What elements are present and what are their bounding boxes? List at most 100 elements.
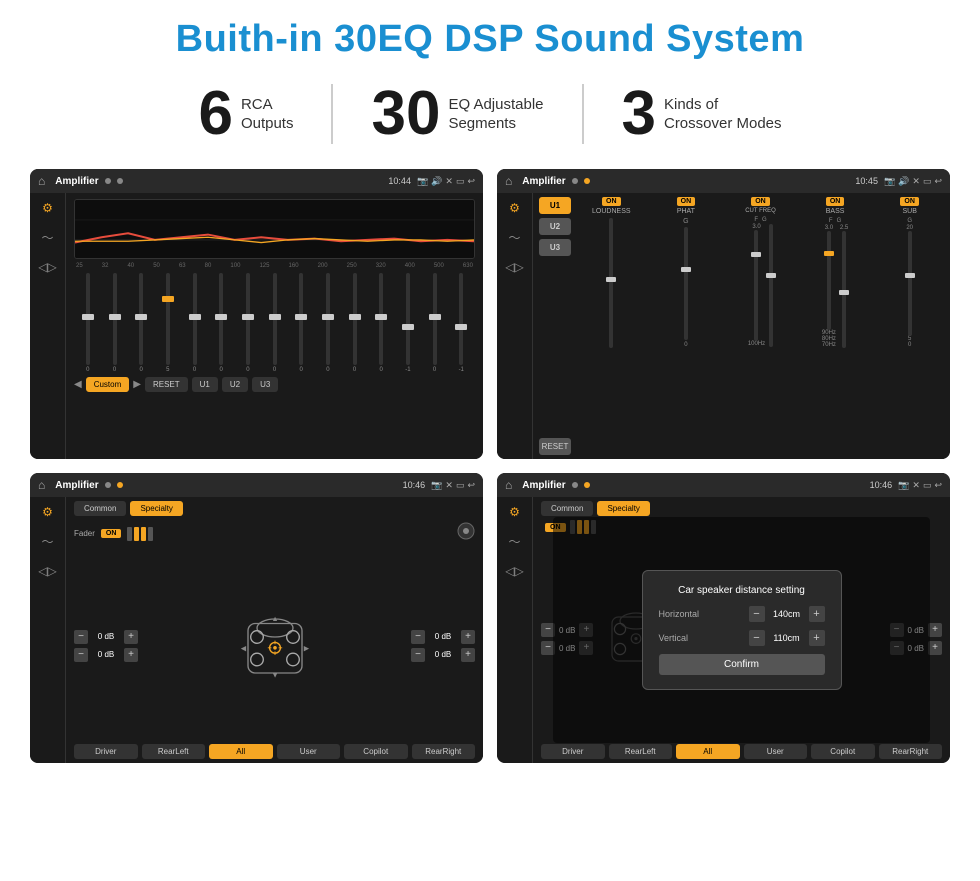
camera-icon-3[interactable]: 📷 xyxy=(431,480,442,491)
camera-icon-4[interactable]: 📷 xyxy=(898,480,909,491)
bg-all-btn[interactable]: All xyxy=(676,744,740,759)
horizontal-minus-btn[interactable]: − xyxy=(749,606,765,622)
settings-icon-3[interactable] xyxy=(457,522,475,545)
plus-btn-3[interactable]: + xyxy=(461,630,475,644)
window-icon-4[interactable]: ▭ xyxy=(923,480,932,491)
common-tab-3[interactable]: Common xyxy=(74,501,126,516)
plus-btn-2[interactable]: + xyxy=(124,648,138,662)
eq-icon-3[interactable]: ⚙ xyxy=(42,505,53,519)
dot-1 xyxy=(105,178,111,184)
eq-u2-btn[interactable]: U2 xyxy=(222,377,248,392)
slider-col-7: 0 xyxy=(236,273,260,373)
bg-plus-3[interactable]: + xyxy=(928,623,942,637)
u2-btn[interactable]: U2 xyxy=(539,218,571,235)
minus-btn-3[interactable]: − xyxy=(411,630,425,644)
specialty-tab-4[interactable]: Specialty xyxy=(597,501,649,516)
wave-icon-2[interactable]: 〜 xyxy=(508,229,520,246)
specialty-tab-3[interactable]: Specialty xyxy=(130,501,182,516)
bg-copilot-btn[interactable]: Copilot xyxy=(811,744,875,759)
specialty-main: Common Specialty Fader ON xyxy=(66,497,483,763)
eq-custom-btn[interactable]: Custom xyxy=(86,377,130,392)
vol-left-icon-3[interactable]: ◁▷ xyxy=(38,564,56,578)
minus-btn-1[interactable]: − xyxy=(74,630,88,644)
ctrl-row-1: − 0 dB + xyxy=(74,630,138,644)
minus-btn-4[interactable]: − xyxy=(411,648,425,662)
eq-u1-btn[interactable]: U1 xyxy=(192,377,218,392)
rearleft-btn[interactable]: RearLeft xyxy=(142,744,206,759)
wave-icon-3[interactable]: 〜 xyxy=(41,533,53,550)
home-icon-3[interactable]: ⌂ xyxy=(38,478,45,492)
common-tab-4[interactable]: Common xyxy=(541,501,593,516)
toggle-phat[interactable]: ON xyxy=(677,197,696,206)
fader-sliders xyxy=(127,527,153,541)
vol-icon-1[interactable]: 🔊 xyxy=(431,176,442,187)
u3-btn[interactable]: U3 xyxy=(539,239,571,256)
rearright-btn[interactable]: RearRight xyxy=(412,744,476,759)
user-btn[interactable]: User xyxy=(277,744,341,759)
close-icon-1[interactable]: ✕ xyxy=(445,176,453,187)
toggle-cutfreq[interactable]: ON xyxy=(751,197,770,206)
wave-icon-4[interactable]: 〜 xyxy=(508,533,520,550)
slider-col-14: 0 xyxy=(423,273,447,373)
topbar-icons-4: 📷 ✕ ▭ ↩ xyxy=(898,480,942,491)
toggle-sub[interactable]: ON xyxy=(900,197,919,206)
val-4: 0 dB xyxy=(429,650,457,659)
bg-rearleft-btn[interactable]: RearLeft xyxy=(609,744,673,759)
plus-btn-4[interactable]: + xyxy=(461,648,475,662)
home-icon-1[interactable]: ⌂ xyxy=(38,174,45,188)
camera-icon-1[interactable]: 📷 xyxy=(417,176,428,187)
bg-driver-btn[interactable]: Driver xyxy=(541,744,605,759)
camera-icon-2[interactable]: 📷 xyxy=(884,176,895,187)
window-icon-2[interactable]: ▭ xyxy=(923,176,932,187)
wave-icon[interactable]: 〜 xyxy=(41,229,53,246)
home-icon-4[interactable]: ⌂ xyxy=(505,478,512,492)
driver-btn[interactable]: Driver xyxy=(74,744,138,759)
topbar-1: ⌂ Amplifier 10:44 📷 🔊 ✕ ▭ ↩ xyxy=(30,169,483,193)
vertical-plus-btn[interactable]: + xyxy=(809,630,825,646)
dialog-vertical-row: Vertical − 110cm + xyxy=(659,630,825,646)
all-btn[interactable]: All xyxy=(209,744,273,759)
back-icon-3[interactable]: ↩ xyxy=(467,480,475,491)
stat-rca-label: RCAOutputs xyxy=(241,95,294,134)
stat-rca-number: 6 xyxy=(198,83,232,145)
vol-icon-2[interactable]: 🔊 xyxy=(898,176,909,187)
toggle-loudness[interactable]: ON xyxy=(602,197,621,206)
bg-rearright-btn[interactable]: RearRight xyxy=(879,744,943,759)
prev-arrow[interactable]: ◀ xyxy=(74,379,82,390)
vol-left-icon[interactable]: ◁▷ xyxy=(38,260,56,274)
copilot-btn[interactable]: Copilot xyxy=(344,744,408,759)
plus-btn-1[interactable]: + xyxy=(124,630,138,644)
topbar-icons-1: 📷 🔊 ✕ ▭ ↩ xyxy=(417,176,475,187)
bg-plus-4[interactable]: + xyxy=(928,641,942,655)
minus-btn-2[interactable]: − xyxy=(74,648,88,662)
back-icon-4[interactable]: ↩ xyxy=(934,480,942,491)
eq-icon[interactable]: ⚙ xyxy=(42,201,53,215)
u1-btn[interactable]: U1 xyxy=(539,197,571,214)
stat-eq-label: EQ AdjustableSegments xyxy=(448,95,543,134)
toggle-bass[interactable]: ON xyxy=(826,197,845,206)
mixer-reset-btn[interactable]: RESET xyxy=(539,438,571,455)
amplifier-title-3: Amplifier xyxy=(55,480,98,491)
bg-user-btn[interactable]: User xyxy=(744,744,808,759)
vertical-minus-btn[interactable]: − xyxy=(749,630,765,646)
horizontal-plus-btn[interactable]: + xyxy=(809,606,825,622)
home-icon-2[interactable]: ⌂ xyxy=(505,174,512,188)
eq-reset-btn[interactable]: RESET xyxy=(145,377,188,392)
window-icon-3[interactable]: ▭ xyxy=(456,480,465,491)
confirm-button[interactable]: Confirm xyxy=(659,654,825,675)
topbar-icons-2: 📷 🔊 ✕ ▭ ↩ xyxy=(884,176,942,187)
vol-left-icon-4[interactable]: ◁▷ xyxy=(505,564,523,578)
eq-icon-4[interactable]: ⚙ xyxy=(509,505,520,519)
slider-col-11: 0 xyxy=(343,273,367,373)
back-icon-2[interactable]: ↩ xyxy=(934,176,942,187)
back-icon-1[interactable]: ↩ xyxy=(467,176,475,187)
window-icon-1[interactable]: ▭ xyxy=(456,176,465,187)
next-arrow[interactable]: ▶ xyxy=(133,379,141,390)
close-icon-3[interactable]: ✕ xyxy=(445,480,453,491)
eq-u3-btn[interactable]: U3 xyxy=(252,377,278,392)
vol-left-icon-2[interactable]: ◁▷ xyxy=(505,260,523,274)
close-icon-4[interactable]: ✕ xyxy=(912,480,920,491)
close-icon-2[interactable]: ✕ xyxy=(912,176,920,187)
eq-icon-2[interactable]: ⚙ xyxy=(509,201,520,215)
fader-toggle[interactable]: ON xyxy=(101,529,122,538)
